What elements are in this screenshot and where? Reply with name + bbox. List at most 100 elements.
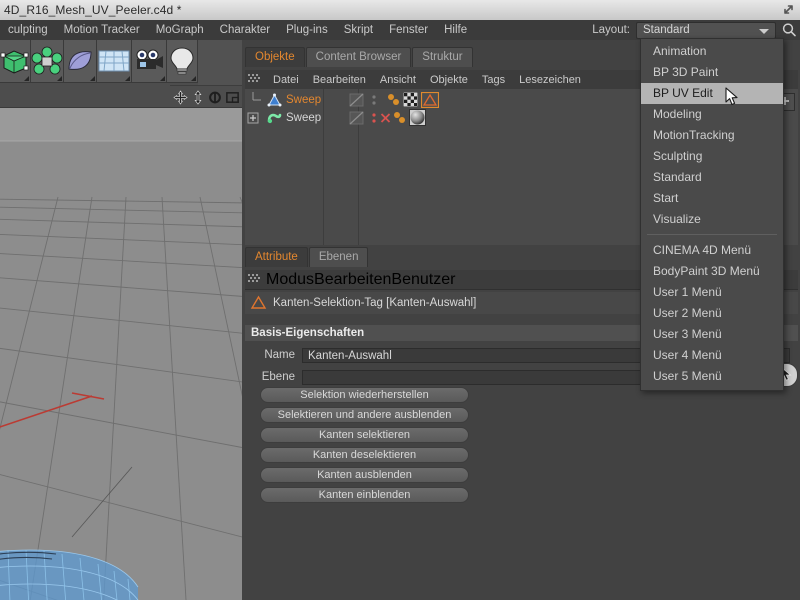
tab-objekte[interactable]: Objekte bbox=[245, 47, 305, 67]
objects-menu-objekte[interactable]: Objekte bbox=[423, 74, 475, 86]
tab-attribute[interactable]: Attribute bbox=[245, 247, 308, 267]
attributes-menu-benutzer[interactable]: Benutzer bbox=[391, 271, 455, 289]
palette-corner-marker bbox=[160, 76, 165, 81]
field-label-ebene: Ebene bbox=[261, 371, 295, 383]
delete-x-icon[interactable] bbox=[380, 112, 391, 124]
objects-menu-tags[interactable]: Tags bbox=[475, 74, 512, 86]
perspective-viewport[interactable] bbox=[0, 107, 242, 600]
kanten-deselektieren-button[interactable]: Kanten deselektieren bbox=[260, 447, 469, 463]
layout-menu-item-standard[interactable]: Standard bbox=[641, 167, 783, 188]
layout-menu-item-start[interactable]: Start bbox=[641, 188, 783, 209]
layout-dropdown-value: Standard bbox=[643, 24, 690, 36]
selektion-wiederherstellen-button[interactable]: Selektion wiederherstellen bbox=[260, 387, 469, 403]
palette-corner-marker bbox=[57, 76, 62, 81]
layout-menu-item-motiontracking[interactable]: MotionTracking bbox=[641, 125, 783, 146]
palette-corner-marker bbox=[24, 76, 29, 81]
cube-primitive-icon[interactable] bbox=[0, 40, 31, 83]
field-label-name: Name bbox=[264, 349, 295, 361]
panel-grip-icon[interactable] bbox=[248, 74, 262, 85]
sweep-spline-icon bbox=[267, 93, 282, 106]
edge-selection-tag[interactable] bbox=[421, 91, 440, 108]
menu-item-charakter[interactable]: Charakter bbox=[212, 20, 279, 40]
tag-dots-icon bbox=[388, 93, 400, 105]
attributes-menu-modus[interactable]: Modus bbox=[266, 271, 314, 289]
search-icon[interactable] bbox=[778, 20, 800, 40]
edge-selection-triangle-icon bbox=[250, 295, 267, 309]
window-titlebar: 4D_R16_Mesh_UV_Peeler.c4d * bbox=[0, 0, 800, 21]
kanten-ausblenden-button[interactable]: Kanten ausblenden bbox=[260, 467, 469, 483]
sweep-object-icon bbox=[267, 113, 282, 123]
attributes-object-title: Kanten-Selektion-Tag [Kanten-Auswahl] bbox=[273, 297, 477, 309]
nurbs-object-icon[interactable] bbox=[64, 40, 97, 83]
layout-label: Layout: bbox=[592, 24, 630, 36]
layout-menu-item-user-1-menu[interactable]: User 1 Menü bbox=[641, 282, 783, 303]
layout-menu-item-sculpting[interactable]: Sculpting bbox=[641, 146, 783, 167]
attribute-buttons-group: Selektion wiederherstellen Selektieren u… bbox=[260, 387, 469, 507]
objects-menu-datei[interactable]: Datei bbox=[266, 74, 306, 86]
layout-menu-item-user-3-menu[interactable]: User 3 Menü bbox=[641, 324, 783, 345]
objects-menu-lesezeichen[interactable]: Lesezeichen bbox=[512, 74, 588, 86]
cinema4d-window: 4D_R16_Mesh_UV_Peeler.c4d * culpting Mot… bbox=[0, 0, 800, 600]
tab-struktur[interactable]: Struktur bbox=[412, 47, 473, 67]
attributes-menu-bearbeiten[interactable]: Bearbeiten bbox=[314, 271, 391, 289]
layout-menu-item-label: BP UV Edit bbox=[653, 86, 713, 100]
layout-menu-item-bp-3d-paint[interactable]: BP 3D Paint bbox=[641, 62, 783, 83]
tab-ebenen[interactable]: Ebenen bbox=[308, 247, 369, 267]
toolbar-strip bbox=[0, 85, 170, 107]
transform-tools-group bbox=[170, 85, 242, 108]
light-bulb-icon[interactable] bbox=[167, 40, 198, 83]
palette-corner-marker bbox=[90, 76, 95, 81]
object-name-label[interactable]: Sweep bbox=[286, 112, 321, 124]
menu-item-fenster[interactable]: Fenster bbox=[381, 20, 436, 40]
layout-dropdown-menu[interactable]: Animation BP 3D Paint BP UV Edit Modelin… bbox=[640, 38, 784, 391]
layout-menu-item-user-4-menu[interactable]: User 4 Menü bbox=[641, 345, 783, 366]
menu-item-hilfe[interactable]: Hilfe bbox=[436, 20, 475, 40]
deformer-grid-icon[interactable] bbox=[97, 40, 132, 83]
main-menubar: culpting Motion Tracker MoGraph Charakte… bbox=[0, 20, 800, 40]
viewport-top-divider bbox=[0, 107, 242, 108]
render-toggle-icon[interactable] bbox=[349, 111, 365, 125]
frame-tool-icon[interactable] bbox=[225, 90, 240, 105]
layout-menu-item-modeling[interactable]: Modeling bbox=[641, 104, 783, 125]
expand-plus-icon[interactable] bbox=[247, 110, 267, 126]
checker-material-tag[interactable] bbox=[403, 92, 419, 107]
scale-tool-icon[interactable] bbox=[191, 89, 205, 105]
layout-menu-item-visualize[interactable]: Visualize bbox=[641, 209, 783, 230]
objects-menu-ansicht[interactable]: Ansicht bbox=[373, 74, 423, 86]
menu-item-plugins[interactable]: Plug-ins bbox=[278, 20, 336, 40]
visibility-dots-icon[interactable] bbox=[369, 93, 379, 107]
menu-item-mograph[interactable]: MoGraph bbox=[148, 20, 212, 40]
layout-menu-item-user-2-menu[interactable]: User 2 Menü bbox=[641, 303, 783, 324]
section-title: Basis-Eigenschaften bbox=[251, 327, 365, 339]
layout-menu-separator bbox=[647, 234, 777, 235]
object-name-label[interactable]: Sweep bbox=[286, 94, 321, 106]
rotate-tool-icon[interactable] bbox=[208, 90, 222, 105]
render-toggle-icon[interactable] bbox=[349, 93, 365, 107]
visibility-dots-icon[interactable] bbox=[369, 111, 379, 125]
tree-branch-icon bbox=[252, 91, 261, 100]
chevron-down-icon bbox=[759, 28, 769, 34]
layout-dropdown[interactable]: Standard bbox=[636, 21, 776, 39]
menu-item-skript[interactable]: Skript bbox=[336, 20, 381, 40]
selektieren-und-andere-ausblenden-button[interactable]: Selektieren und andere ausblenden bbox=[260, 407, 469, 423]
sphere-material-tag[interactable] bbox=[409, 109, 427, 126]
tab-content-browser[interactable]: Content Browser bbox=[305, 47, 412, 67]
layout-menu-item-user-5-menu[interactable]: User 5 Menü bbox=[641, 366, 783, 387]
kanten-einblenden-button[interactable]: Kanten einblenden bbox=[260, 487, 469, 503]
panel-grip-icon[interactable] bbox=[248, 274, 262, 285]
kanten-selektieren-button[interactable]: Kanten selektieren bbox=[260, 427, 469, 443]
move-tool-icon[interactable] bbox=[172, 89, 188, 105]
layout-menu-item-cinema-4d-menu[interactable]: CINEMA 4D Menü bbox=[641, 240, 783, 261]
spline-cluster-icon[interactable] bbox=[31, 40, 64, 83]
objects-menu-bearbeiten[interactable]: Bearbeiten bbox=[306, 74, 373, 86]
mouse-pointer-icon bbox=[725, 87, 738, 106]
layout-menu-item-bodypaint-3d-menu[interactable]: BodyPaint 3D Menü bbox=[641, 261, 783, 282]
camera-icon[interactable] bbox=[132, 40, 167, 83]
menu-item-motion-tracker[interactable]: Motion Tracker bbox=[56, 20, 148, 40]
object-palette-toolbar bbox=[0, 40, 198, 85]
layout-menu-item-animation[interactable]: Animation bbox=[641, 41, 783, 62]
resize-handle-icon[interactable] bbox=[781, 3, 796, 17]
menu-item-sculpting[interactable]: culpting bbox=[0, 20, 56, 40]
palette-corner-marker bbox=[125, 76, 130, 81]
layout-menu-item-bp-uv-edit[interactable]: BP UV Edit bbox=[641, 83, 783, 106]
